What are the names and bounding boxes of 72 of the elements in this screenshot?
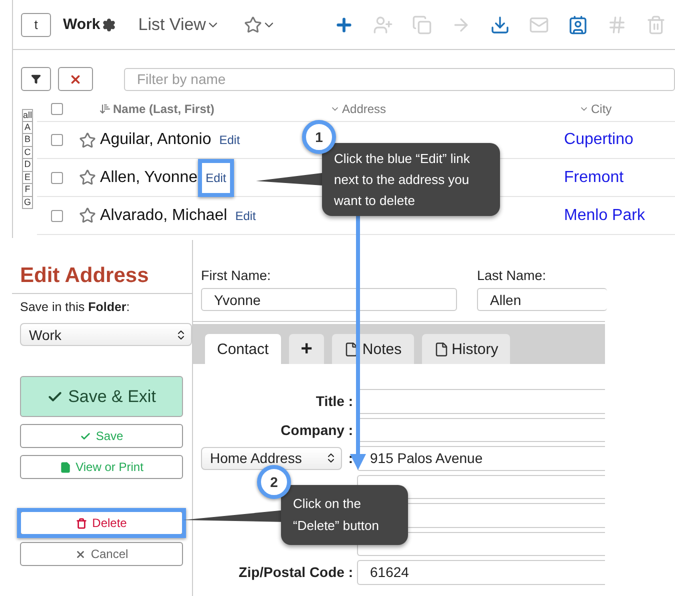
back-button[interactable]: t [21, 12, 51, 36]
save-exit-button[interactable]: Save & Exit [20, 376, 183, 417]
tab[interactable]: History [422, 334, 510, 364]
folder-select[interactable]: Work [20, 323, 192, 346]
alphabet-tab[interactable]: A [22, 122, 34, 134]
text-field[interactable]: 61624 [357, 560, 605, 584]
address-type-select[interactable]: Home Address [201, 446, 342, 470]
city-link[interactable]: Cupertino [564, 131, 634, 149]
page-title: Edit Address [20, 264, 150, 288]
document-icon [434, 342, 449, 356]
close-icon [74, 548, 86, 560]
folder-label: Save in this Folder: [20, 300, 131, 314]
sort-icon[interactable] [99, 102, 112, 114]
document-icon [60, 462, 71, 472]
trash-icon [76, 518, 88, 528]
check-icon [80, 430, 91, 442]
text-field[interactable] [357, 389, 605, 414]
clear-filter-button[interactable] [58, 67, 93, 91]
updown-icon [175, 328, 187, 340]
city-link[interactable]: Fremont [564, 168, 624, 186]
row-checkbox[interactable] [51, 210, 64, 222]
column-header[interactable]: Name (Last, First) [113, 102, 214, 116]
city-link[interactable]: Menlo Park [564, 206, 645, 224]
edit-link[interactable]: Edit [206, 170, 226, 184]
alphabet-tab[interactable]: E [22, 172, 34, 184]
field-label: : [348, 450, 353, 466]
contact-name: Alvarado, Michael [100, 206, 228, 224]
tab[interactable]: + [288, 334, 324, 364]
filter-field[interactable]: Filter by name [124, 68, 675, 90]
step-badge: 1 [302, 120, 336, 154]
alphabet-tab[interactable]: all [22, 109, 34, 122]
field-label: Company : [280, 422, 353, 438]
filter-button[interactable] [21, 67, 51, 91]
cancel-button[interactable]: Cancel [20, 542, 183, 566]
alphabet-tab[interactable]: G [22, 196, 34, 209]
tab[interactable]: Notes [332, 334, 414, 364]
alphabet-tab[interactable]: D [22, 159, 34, 172]
delete-button[interactable]: Delete [20, 511, 183, 535]
edit-link[interactable]: Edit [219, 133, 240, 147]
plus-icon[interactable] [334, 14, 354, 34]
alphabet-tab[interactable]: F [22, 184, 34, 196]
contact-name: Allen, Yvonne [100, 168, 198, 186]
alphabet-tab[interactable]: C [22, 146, 34, 159]
contact-name: Aguilar, Antonio [100, 131, 212, 149]
field-label: Zip/Postal Code : [238, 564, 353, 580]
filter-icon [31, 74, 41, 84]
column-header[interactable]: City [591, 102, 612, 116]
star-icon[interactable] [244, 16, 262, 34]
tab[interactable]: Contact [205, 334, 281, 364]
text-field[interactable]: 915 Palos Avenue [357, 446, 605, 470]
alphabet-tab[interactable]: B [22, 134, 34, 146]
star-icon[interactable] [79, 207, 96, 224]
row-checkbox[interactable] [51, 172, 64, 184]
column-header[interactable]: Address [342, 102, 386, 116]
download-icon[interactable] [490, 14, 510, 34]
star-icon[interactable] [79, 132, 96, 148]
edit-link[interactable]: Edit [235, 208, 256, 222]
last-name-field[interactable]: Allen [477, 288, 607, 311]
callout-tooltip: Click the blue “Edit” link next to the address you want to delete [322, 143, 500, 216]
folder-name: Work [63, 16, 100, 33]
text-field[interactable] [357, 418, 605, 442]
first-name-field[interactable]: Yvonne [201, 288, 457, 311]
contact-card-icon[interactable] [568, 14, 588, 34]
row-checkbox[interactable] [51, 134, 64, 146]
callout-tooltip: Click on the “Delete” button [281, 485, 408, 545]
view-dropdown[interactable]: List View [138, 14, 206, 34]
close-icon [69, 72, 82, 86]
select-all-checkbox[interactable] [51, 102, 64, 114]
field-label: Last Name: [477, 268, 548, 283]
field-label: Title : [316, 393, 353, 410]
star-icon[interactable] [79, 169, 96, 186]
field-label: First Name: [201, 268, 272, 283]
